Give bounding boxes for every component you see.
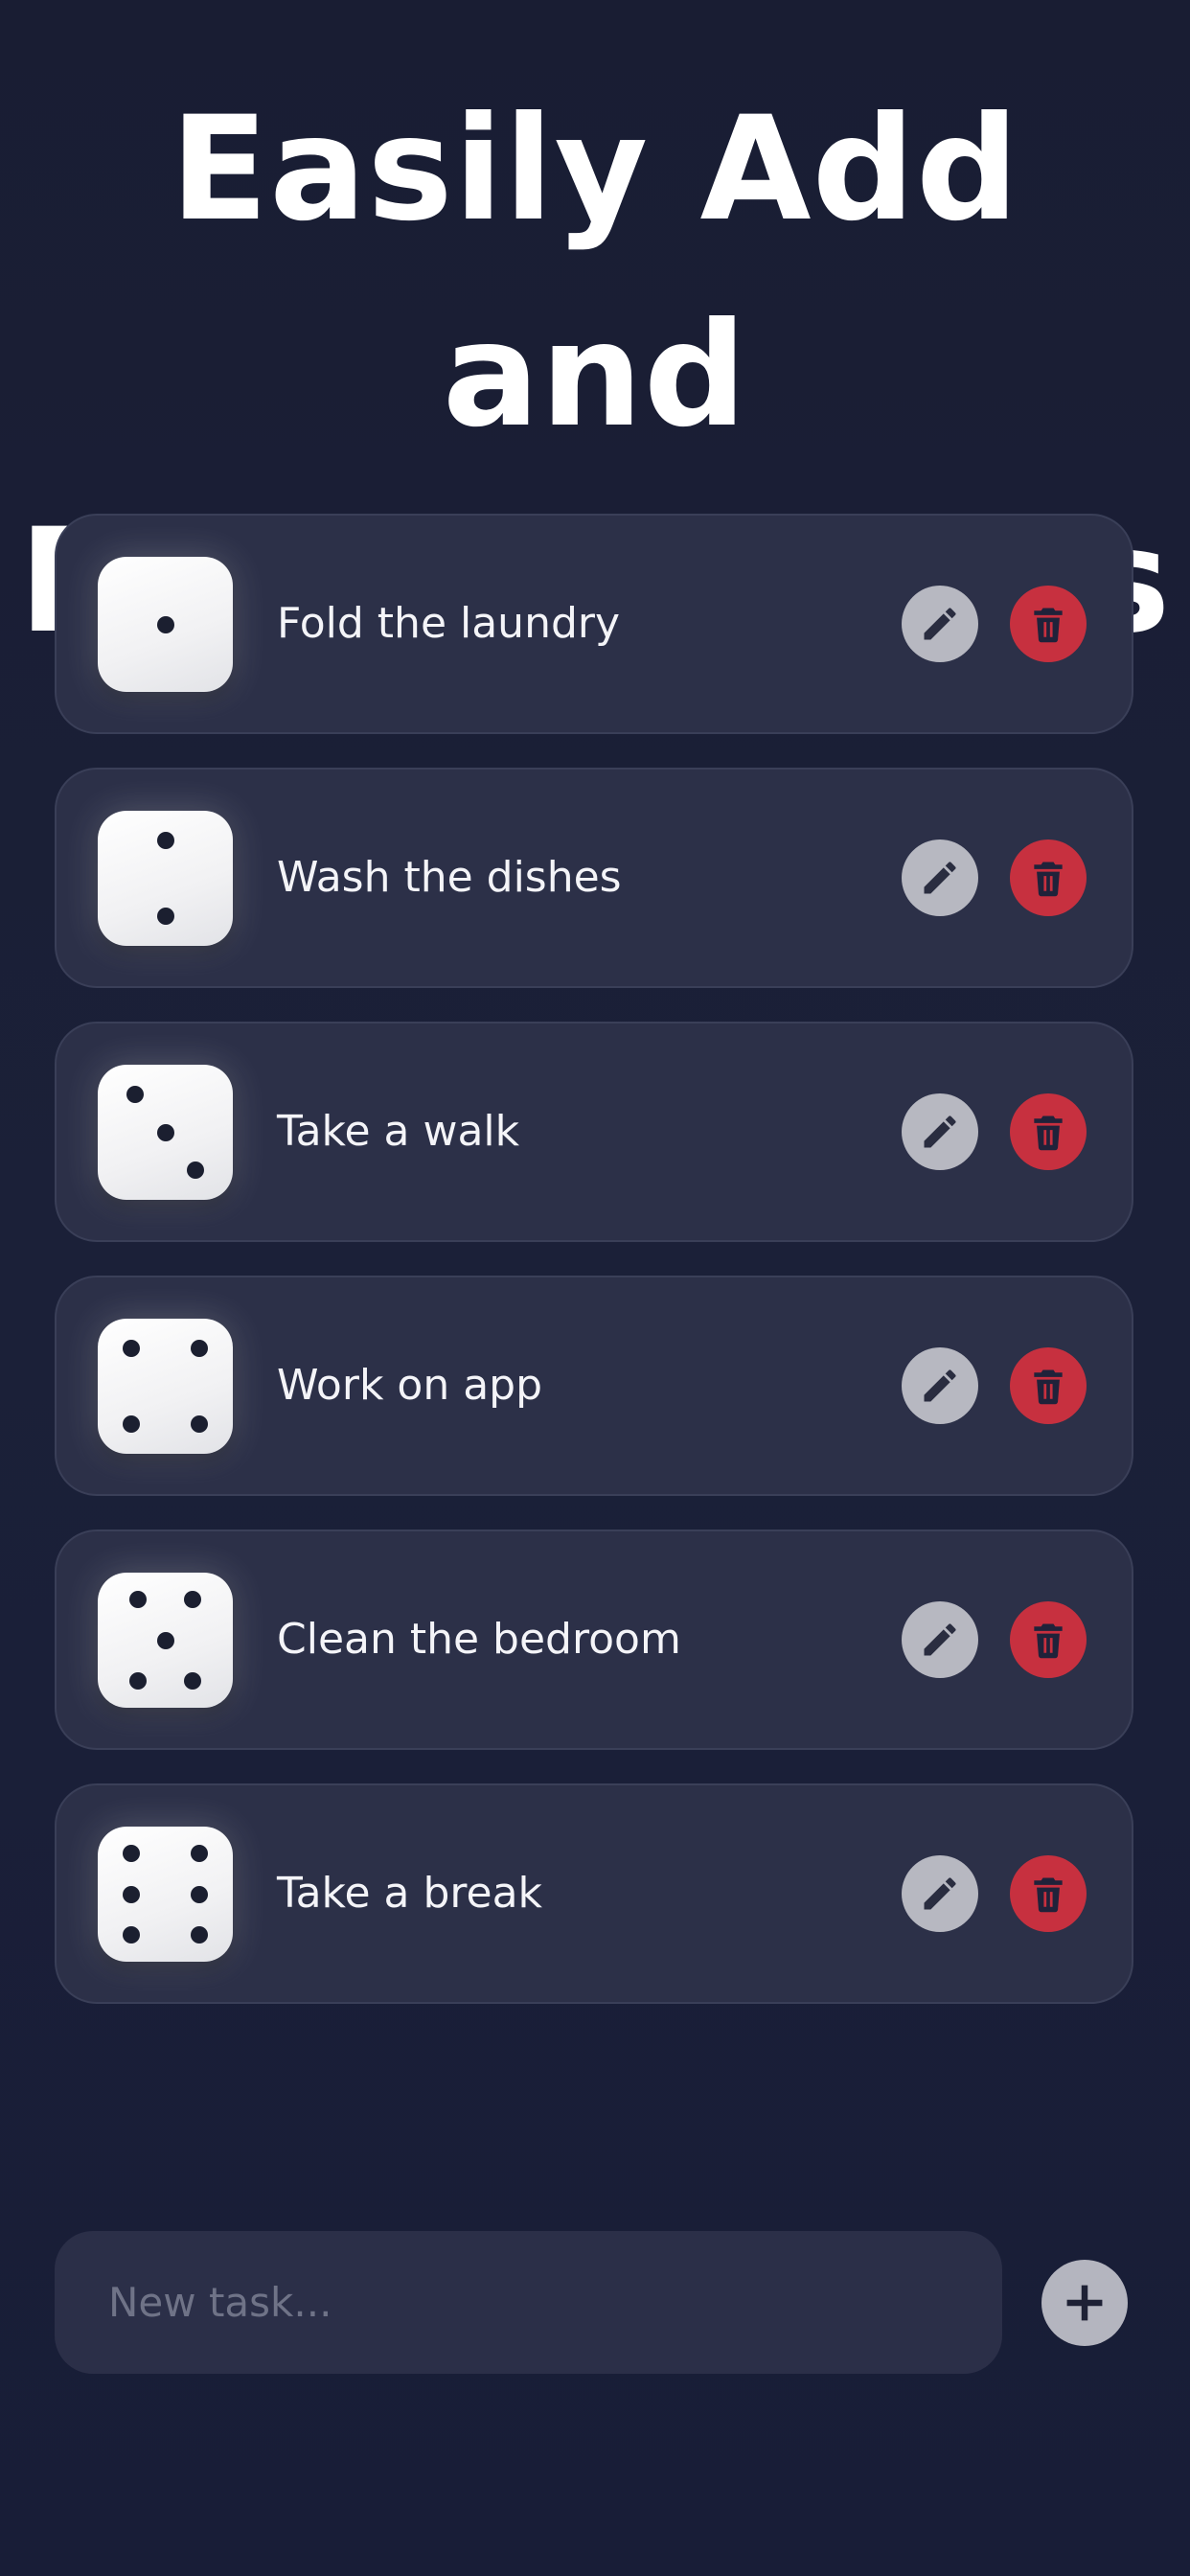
task-label: Work on app — [277, 1361, 543, 1410]
die-pip — [190, 1925, 208, 1944]
delete-task-button[interactable] — [1010, 1601, 1087, 1678]
die-pip — [123, 1340, 141, 1358]
die-pip — [190, 1885, 208, 1903]
die-pip — [186, 1161, 204, 1179]
delete-task-button[interactable] — [1010, 1093, 1087, 1170]
die-pip — [156, 907, 174, 925]
delete-task-button[interactable] — [1010, 840, 1087, 916]
plus-icon — [1066, 2285, 1103, 2321]
task-label: Take a walk — [277, 1107, 520, 1156]
task-card: Clean the bedroom — [55, 1530, 1133, 1750]
pencil-icon — [924, 862, 956, 894]
die-pip — [156, 1631, 174, 1649]
pencil-icon — [924, 1623, 956, 1656]
task-card: Work on app — [55, 1276, 1133, 1496]
edit-task-button[interactable] — [902, 1601, 978, 1678]
pencil-icon — [924, 1116, 956, 1148]
delete-task-button[interactable] — [1010, 1855, 1087, 1932]
trash-icon — [1034, 862, 1063, 897]
task-card: Wash the dishes — [55, 768, 1133, 988]
headline-line-1: Easily Add and — [170, 86, 1020, 459]
add-task-button[interactable] — [1041, 2260, 1128, 2346]
die-pip — [129, 1671, 148, 1690]
task-label: Take a break — [277, 1869, 543, 1918]
trash-icon — [1034, 1116, 1063, 1151]
die-icon — [98, 1065, 233, 1200]
edit-task-button[interactable] — [902, 1347, 978, 1424]
delete-task-button[interactable] — [1010, 1347, 1087, 1424]
die-pip — [123, 1885, 141, 1903]
die-pip — [123, 1845, 141, 1863]
delete-task-button[interactable] — [1010, 586, 1087, 662]
die-pip — [183, 1671, 201, 1690]
die-icon — [98, 557, 233, 692]
trash-icon — [1034, 1877, 1063, 1913]
task-label: Wash the dishes — [277, 853, 622, 902]
task-card: Take a walk — [55, 1022, 1133, 1242]
die-pip — [156, 615, 174, 633]
die-icon — [98, 1573, 233, 1708]
trash-icon — [1034, 1623, 1063, 1659]
task-card: Fold the laundry — [55, 514, 1133, 734]
trash-icon — [1034, 1369, 1063, 1405]
die-pip — [190, 1414, 208, 1433]
edit-task-button[interactable] — [902, 1093, 978, 1170]
task-card: Take a break — [55, 1783, 1133, 2004]
edit-task-button[interactable] — [902, 840, 978, 916]
die-pip — [183, 1591, 201, 1609]
die-pip — [190, 1845, 208, 1863]
die-icon — [98, 1827, 233, 1962]
die-pip — [123, 1925, 141, 1944]
edit-task-button[interactable] — [902, 1855, 978, 1932]
task-label: Fold the laundry — [277, 599, 621, 648]
task-label: Clean the bedroom — [277, 1615, 681, 1664]
pencil-icon — [924, 1369, 956, 1402]
edit-task-button[interactable] — [902, 586, 978, 662]
die-pip — [190, 1340, 208, 1358]
pencil-icon — [924, 1877, 956, 1910]
die-pip — [129, 1591, 148, 1609]
die-icon — [98, 1319, 233, 1454]
pencil-icon — [924, 608, 956, 640]
trash-icon — [1034, 608, 1063, 643]
task-list: Fold the laundry Wash the dishes Take a … — [55, 514, 1135, 2037]
die-pip — [123, 1414, 141, 1433]
die-pip — [156, 832, 174, 850]
die-pip — [156, 1123, 174, 1141]
die-icon — [98, 811, 233, 946]
die-pip — [126, 1086, 145, 1104]
new-task-input[interactable] — [55, 2231, 1002, 2374]
